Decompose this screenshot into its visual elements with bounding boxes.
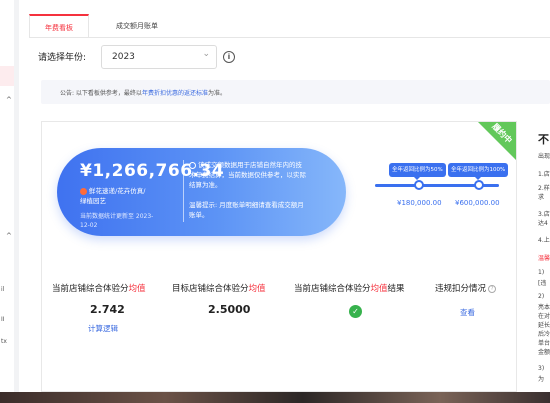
tab-divider: [29, 37, 550, 38]
sidebar-item-label[interactable]: il: [1, 286, 4, 293]
sidebar-collapse-icon[interactable]: ^: [6, 232, 12, 240]
rules-panel: 不 出现 1.店 2.样求 3.店达4 4.上温馨 1) [违 2) 亮本在对延长后冷单台金额 3…: [530, 121, 550, 392]
year-select-value: 2023: [112, 52, 135, 62]
metric-header-text: 当前店铺综合体验分: [294, 284, 371, 294]
metric-header-text: 目标店铺综合体验分: [172, 284, 249, 294]
check-icon: ✓: [349, 305, 362, 318]
metric-header: 目标店铺综合体验分均值: [172, 282, 266, 294]
tier-threshold: ¥600,000.00: [455, 199, 500, 207]
sidebar-active-item[interactable]: [0, 66, 14, 86]
update-note: 当前数据统计更新至 2023-12-02: [80, 213, 154, 229]
rules-line: 3): [538, 365, 545, 372]
rules-line: 4.上: [538, 237, 550, 244]
rules-line: 亮本: [538, 304, 550, 311]
view-violations-link[interactable]: 查看: [460, 307, 475, 318]
rules-line: 求: [538, 194, 545, 201]
notice-text: 公告: 以下看板供参考，最终以年费折扣优惠的返还标准为准。: [60, 88, 226, 97]
rules-line: 后冷: [538, 331, 550, 338]
help-icon[interactable]: ?: [488, 284, 497, 293]
rules-line: 金额: [538, 349, 550, 356]
rules-line: 1.店: [538, 171, 550, 178]
flower-icon: [80, 187, 87, 195]
rules-line: 为: [538, 376, 545, 383]
notice-link[interactable]: 年费折扣优惠的返还标准: [142, 90, 208, 97]
metric-header-text: 违规扣分情况: [435, 284, 487, 294]
rules-line: 延长: [538, 322, 550, 329]
rules-line: 2.样: [538, 185, 550, 192]
sidebar-collapse-icon[interactable]: ^: [6, 96, 12, 104]
metric-header: 当前店铺综合体验分均值结果: [294, 282, 405, 294]
sidebar-item-label[interactable]: II: [1, 316, 5, 323]
annual-fee-card: 履约中 ¥1,266,766.34 鲜花速递/花卉仿真/绿植园艺 当前数据统计更…: [41, 121, 517, 392]
pill-divider: [183, 160, 184, 222]
current-score: 2.742: [90, 303, 125, 316]
metric-header: 违规扣分情况?: [435, 282, 497, 294]
amount-description: 该成交额数据用于店铺自然年内的技术年费结算，当前数据仅供参考，以实际结算为准。: [189, 160, 307, 190]
tier-knob: [474, 180, 484, 190]
chevron-down-icon: ⌄: [202, 49, 210, 59]
notice-suffix: 为准。: [207, 90, 226, 97]
amount-description-text: 该成交额数据用于店铺自然年内的技术年费结算，当前数据仅供参考，以实际结算为准。: [189, 161, 306, 189]
tab-monthly-bill[interactable]: 成交额月账单: [107, 14, 167, 38]
rules-line: 2): [538, 293, 545, 300]
amount-pill: ¥1,266,766.34 鲜花速递/花卉仿真/绿植园艺 当前数据统计更新至 2…: [57, 148, 346, 236]
shop-category: 鲜花速递/花卉仿真/绿植园艺: [80, 186, 150, 206]
metric-header-highlight: 均值: [248, 284, 266, 294]
tier-bubble: 全年返回比例为50%: [389, 163, 446, 180]
shop-category-label: 鲜花速递/花卉仿真/绿植园艺: [80, 187, 146, 205]
rules-title: 不: [538, 133, 549, 146]
tier-knob: [414, 180, 424, 190]
monthly-bill-tip: 温馨提示: 月度账单明细请查看成交额月账单。: [189, 201, 304, 219]
rules-line: 出现: [538, 153, 550, 160]
metric-header-highlight: 均值: [128, 284, 146, 294]
tier-bubble: 全年返回比例为100%: [448, 163, 509, 180]
year-select[interactable]: 2023 ⌄: [101, 45, 217, 69]
notice-bar: 公告: 以下看板供参考，最终以年费折扣优惠的返还标准为准。: [41, 80, 550, 104]
main-content: 年费看板 成交额月账单 请选择年份: 2023 ⌄ i 公告: 以下看板供参考，…: [19, 0, 550, 392]
metric-header: 当前店铺综合体验分均值: [52, 282, 146, 294]
desktop-background: [0, 392, 550, 403]
metric-header-text: 当前店铺综合体验分: [52, 284, 129, 294]
tier-threshold: ¥180,000.00: [397, 199, 442, 207]
rules-line: 温馨: [538, 255, 550, 262]
tab-annual-fee-board[interactable]: 年费看板: [29, 14, 89, 38]
target-score: 2.5000: [208, 303, 251, 316]
metric-header-text: 结果: [387, 284, 405, 294]
notice-prefix: 公告: 以下看板供参考，最终以: [60, 90, 142, 97]
rules-line: 1): [538, 269, 545, 276]
rules-line: 达4: [538, 220, 548, 227]
clock-icon: [189, 161, 196, 169]
calculation-logic-link[interactable]: 计算逻辑: [88, 323, 118, 334]
rules-line: [违: [538, 280, 547, 287]
left-sidebar: ^ ^ il II tx: [0, 0, 14, 392]
info-icon[interactable]: i: [223, 51, 235, 63]
rules-line: 3.店: [538, 211, 550, 218]
sidebar-item-label[interactable]: tx: [1, 338, 7, 345]
rules-line: 在对: [538, 313, 550, 320]
rules-line: 单台: [538, 340, 550, 347]
metric-header-highlight: 均值: [370, 284, 388, 294]
year-filter-label: 请选择年份:: [38, 53, 87, 63]
